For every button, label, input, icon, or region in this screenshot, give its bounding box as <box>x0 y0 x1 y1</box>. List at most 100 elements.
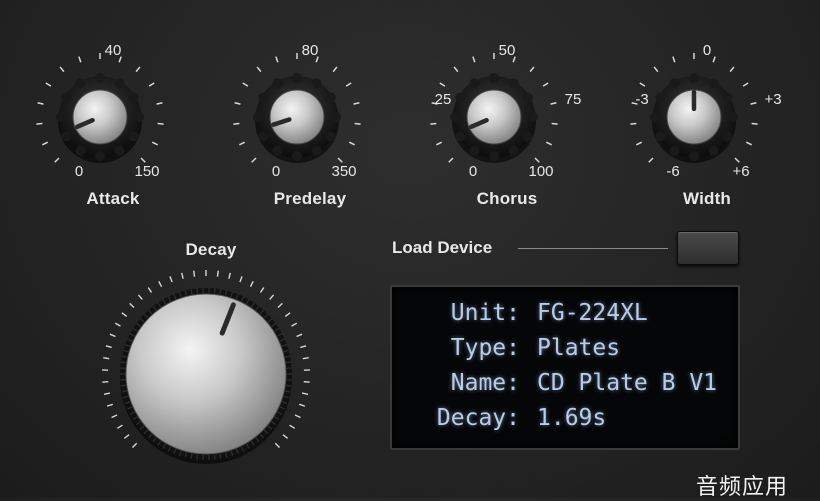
load-device-divider <box>518 248 668 249</box>
knob-knurl <box>122 356 127 357</box>
watermark-text: 音频应用 <box>696 469 788 501</box>
knob-cap <box>126 294 286 454</box>
knob-knurl <box>251 441 254 445</box>
knob-knurl <box>130 334 134 336</box>
knob-pointer <box>222 305 233 333</box>
knob-tick <box>194 271 195 277</box>
predelay-scale-min: 0 <box>272 163 280 180</box>
knob-tick <box>530 67 534 72</box>
knob-knurl <box>197 455 198 460</box>
knob-tick <box>229 273 230 279</box>
knob-knurl <box>284 396 289 397</box>
knob-knurl <box>127 339 132 341</box>
knob-grip <box>56 112 66 122</box>
knob-knurl <box>286 385 291 386</box>
knob-knurl <box>260 434 263 438</box>
knob-tick <box>297 334 303 336</box>
knob-grip <box>470 78 480 88</box>
knob-tick <box>250 281 253 286</box>
display-value-name: CD Plate B V1 <box>537 370 717 396</box>
knob-grip <box>523 93 533 103</box>
knob-knurl <box>247 300 250 304</box>
knob-tick <box>270 295 274 300</box>
knob-knurl <box>236 449 238 454</box>
knob-tick <box>152 142 157 145</box>
knob-grip <box>689 73 699 83</box>
knob-grip <box>129 93 139 103</box>
knob-tick <box>299 404 305 406</box>
predelay-label: Predelay <box>274 189 346 209</box>
knob-tick <box>132 443 136 447</box>
display-value-decay: 1.69s <box>537 405 606 431</box>
knob-knurl <box>285 356 290 357</box>
knob-tick <box>333 67 337 72</box>
knob-grip <box>258 93 268 103</box>
knob-tick <box>257 67 261 72</box>
knob-tick <box>640 83 645 86</box>
display-row-name: Name: CD Plate B V1 <box>392 370 742 400</box>
knob-tick <box>551 103 557 104</box>
knob-knurl <box>168 297 170 301</box>
knob-tick <box>235 103 241 104</box>
knob-knurl <box>144 314 148 317</box>
load-device-button[interactable] <box>677 231 739 265</box>
knob-knurl <box>220 289 221 294</box>
attack-label: Attack <box>86 189 139 209</box>
knob-cap <box>467 90 521 144</box>
knob-tick <box>148 288 151 293</box>
knob-knurl <box>158 303 161 307</box>
knob-knurl <box>268 426 272 429</box>
knob-knurl <box>226 453 227 458</box>
chorus-scale-right: 75 <box>565 91 582 108</box>
knob-grip <box>76 78 86 88</box>
knob-knurl <box>280 407 285 409</box>
knob-tick <box>252 158 256 162</box>
knob-tick <box>149 83 154 86</box>
knob-grip <box>331 112 341 122</box>
knob-shadow <box>652 79 736 163</box>
knob-knurl <box>231 451 233 456</box>
knob-knurl <box>163 300 166 304</box>
knob-knurl <box>133 328 137 331</box>
knob-tick <box>278 303 282 307</box>
knob-grip <box>115 78 125 88</box>
knob-tick <box>124 435 129 439</box>
knob-grip <box>655 93 665 103</box>
knob-knurl <box>272 323 276 326</box>
chorus-scale-min: 0 <box>469 163 477 180</box>
knob-grip <box>528 112 538 122</box>
knob-knurl <box>122 391 127 392</box>
knob-grip <box>61 132 71 142</box>
knob-rim <box>120 288 292 460</box>
knob-tick <box>275 443 279 447</box>
display-key-type: Type: <box>451 335 520 361</box>
knob-knurl <box>236 294 238 299</box>
predelay-scale-max: 350 <box>331 163 356 180</box>
knob-grip <box>273 78 283 88</box>
knob-tick <box>546 142 551 145</box>
knob-grip <box>723 132 733 142</box>
knob-tick <box>346 83 351 86</box>
knob-tick <box>107 404 113 406</box>
knob-tick <box>673 57 675 63</box>
knob-knurl <box>264 314 268 317</box>
decay-label: Decay <box>185 240 236 260</box>
knob-tick <box>285 313 290 317</box>
knob-knurl <box>268 319 272 322</box>
knob-grip <box>292 73 302 83</box>
knob-grip <box>253 112 263 122</box>
knob-skirt <box>256 76 338 158</box>
knob-knurl <box>272 422 276 425</box>
knob-knurl <box>130 412 134 414</box>
knob-grip <box>61 93 71 103</box>
knob-tick <box>552 123 558 124</box>
knob-tick <box>159 281 162 286</box>
knob-knurl <box>251 303 254 307</box>
knob-knurl <box>174 449 176 454</box>
knob-grip <box>95 73 105 83</box>
knob-pointer <box>471 120 486 127</box>
knob-tick <box>349 142 354 145</box>
attack-scale-min: 0 <box>75 163 83 180</box>
knob-grip <box>326 132 336 142</box>
knob-tick <box>743 83 748 86</box>
